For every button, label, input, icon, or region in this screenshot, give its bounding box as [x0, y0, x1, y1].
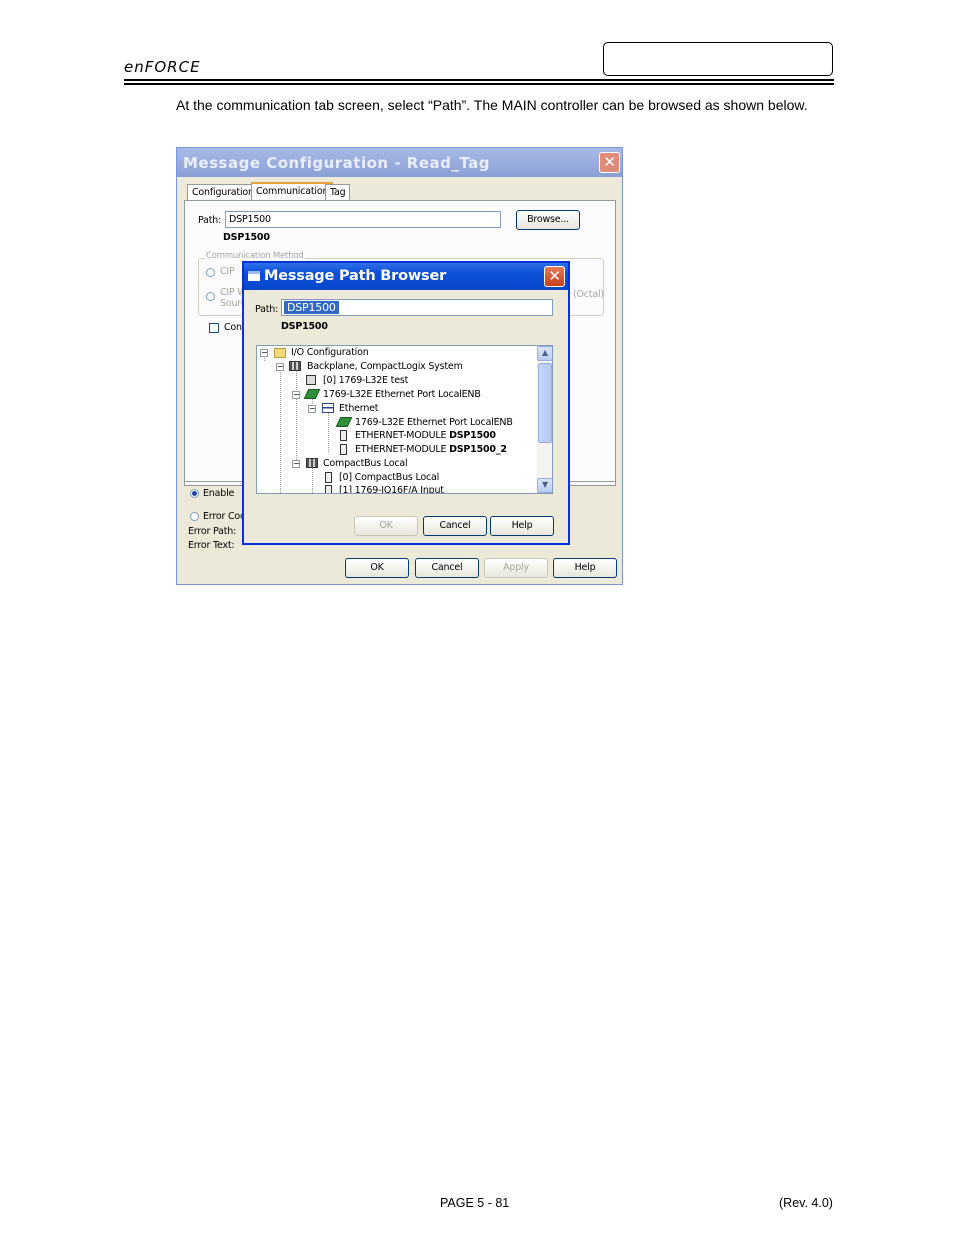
- tree-item-compactbus[interactable]: CompactBus Local: [323, 458, 408, 470]
- tree-expander[interactable]: −: [276, 363, 284, 371]
- tab-tag[interactable]: Tag: [325, 184, 351, 200]
- error-code-label: Error Coc: [203, 511, 246, 522]
- network-icon: [322, 403, 334, 413]
- page-number: PAGE 5 - 81: [440, 1196, 510, 1210]
- tree-item-dsp1500-2[interactable]: ETHERNET-MODULE DSP1500_2: [355, 444, 507, 456]
- tree-expander[interactable]: −: [292, 460, 300, 468]
- tree-item-compactbus-local[interactable]: [0] CompactBus Local: [339, 472, 439, 484]
- tree-scrollbar[interactable]: ▲ ▼: [537, 346, 552, 493]
- browser-path-label: Path:: [255, 304, 279, 315]
- tree-guide: [328, 412, 329, 452]
- window-app-icon: [248, 271, 260, 281]
- path-input[interactable]: DSP1500: [225, 211, 501, 228]
- tab-configuration[interactable]: Configuration: [187, 184, 259, 200]
- cip-label: CIP: [220, 266, 235, 277]
- tree-guide: [312, 467, 313, 493]
- tree-item-dsp1500-2-name: DSP1500_2: [449, 444, 507, 455]
- tree-guide: [280, 365, 281, 493]
- tree-item-input-module[interactable]: [1] 1769-IQ16F/A Input: [339, 485, 444, 493]
- scroll-up-arrow[interactable]: ▲: [537, 346, 552, 361]
- tree-item-dsp1500-2-label: ETHERNET-MODULE: [355, 444, 447, 455]
- browser-cancel-button[interactable]: Cancel: [423, 516, 487, 536]
- tree-expander[interactable]: −: [292, 391, 300, 399]
- enforce-logo: enFORCE: [124, 58, 201, 76]
- close-button[interactable]: ✕: [599, 152, 620, 173]
- browser-title: Message Path Browser: [264, 268, 447, 284]
- tree-item-backplane[interactable]: Backplane, CompactLogix System: [307, 361, 463, 373]
- module-icon: [340, 430, 347, 441]
- browse-button[interactable]: Browse...: [516, 210, 580, 230]
- browser-close-button[interactable]: ✕: [544, 266, 565, 287]
- tree-item-dsp1500[interactable]: ETHERNET-MODULE DSP1500: [355, 430, 496, 442]
- controller-icon: [306, 375, 316, 385]
- ethernet-port-icon: [303, 389, 321, 399]
- tree-item-dsp1500-name: DSP1500: [449, 430, 496, 441]
- tree-item-ethernet-port[interactable]: 1769-L32E Ethernet Port LocalENB: [323, 389, 481, 401]
- error-text-label: Error Text:: [188, 540, 235, 551]
- browser-title-bar[interactable]: Message Path Browser ✕: [244, 263, 568, 290]
- path-resolved: DSP1500: [223, 232, 270, 243]
- browser-path-input[interactable]: DSP1500: [281, 299, 553, 316]
- tree-expander[interactable]: −: [260, 349, 268, 357]
- scroll-down-arrow[interactable]: ▼: [537, 478, 552, 493]
- cancel-button[interactable]: Cancel: [415, 558, 479, 578]
- ok-button[interactable]: OK: [345, 558, 409, 578]
- module-icon: [340, 444, 347, 455]
- window-title: Message Configuration - Read_Tag: [183, 154, 491, 172]
- scroll-thumb[interactable]: [538, 363, 552, 443]
- header-rule: [124, 79, 834, 81]
- tree-item-local-enb[interactable]: 1769-L32E Ethernet Port LocalENB: [355, 417, 513, 429]
- module-icon: [325, 472, 332, 483]
- octal-label: (Octal): [573, 289, 604, 300]
- error-code-indicator: [190, 512, 199, 521]
- error-path-label: Error Path:: [188, 526, 237, 537]
- tree-item-dsp1500-label: ETHERNET-MODULE: [355, 430, 447, 441]
- enable-indicator: [190, 489, 199, 498]
- title-bar[interactable]: Message Configuration - Read_Tag ✕: [177, 148, 622, 177]
- backplane-icon: [289, 361, 301, 371]
- tree-item-controller[interactable]: [0] 1769-L32E test: [323, 375, 408, 387]
- cip-with-source-radio[interactable]: [206, 292, 215, 301]
- browser-path-selected-text: DSP1500: [284, 301, 339, 314]
- module-icon: [325, 485, 332, 493]
- browser-path-resolved: DSP1500: [281, 321, 328, 332]
- intro-paragraph: At the communication tab screen, select …: [176, 97, 808, 113]
- apply-button[interactable]: Apply: [484, 558, 548, 578]
- cip-radio[interactable]: [206, 268, 215, 277]
- browser-ok-button[interactable]: OK: [354, 516, 418, 536]
- tree-guide: [296, 370, 297, 466]
- tree-item-io-configuration[interactable]: I/O Configuration: [291, 347, 369, 359]
- header-title-box: [603, 42, 833, 76]
- communication-method-label: Communication Method: [205, 251, 305, 261]
- message-path-browser-window: Message Path Browser ✕ Path: DSP1500 DSP…: [242, 261, 570, 545]
- path-label: Path:: [198, 215, 222, 226]
- folder-icon: [274, 348, 286, 358]
- connected-checkbox[interactable]: [209, 323, 219, 333]
- tab-communication[interactable]: Communication: [251, 182, 334, 201]
- header-rule-secondary: [124, 83, 834, 85]
- browser-help-button[interactable]: Help: [490, 516, 554, 536]
- enable-label: Enable: [203, 488, 235, 499]
- io-tree-view[interactable]: − I/O Configuration − Backplane, Compact…: [256, 345, 553, 494]
- tree-expander[interactable]: −: [308, 405, 316, 413]
- ethernet-port-icon: [335, 417, 353, 427]
- revision: (Rev. 4.0): [779, 1196, 833, 1210]
- compactbus-icon: [306, 458, 318, 468]
- tree-item-ethernet[interactable]: Ethernet: [339, 403, 379, 415]
- help-button[interactable]: Help: [553, 558, 617, 578]
